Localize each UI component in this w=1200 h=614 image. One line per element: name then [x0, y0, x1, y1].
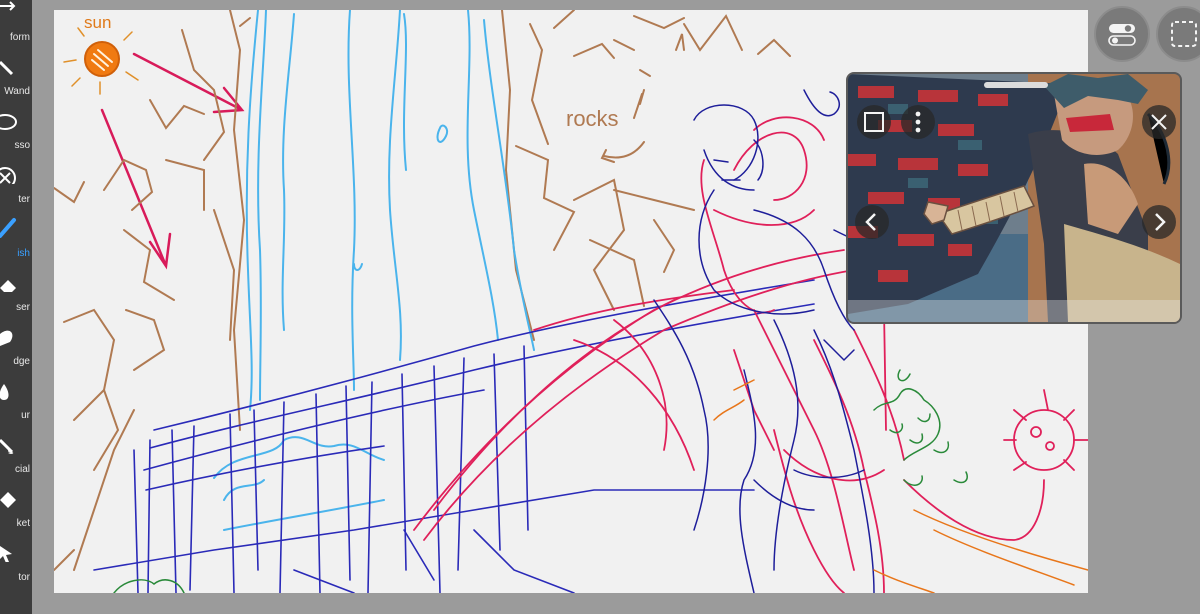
brush-icon	[0, 218, 16, 238]
tool-smudge[interactable]: dge	[0, 324, 32, 378]
blur-icon	[0, 384, 9, 400]
tool-sidebar: form Wand sso ter ish ser dge ur cial ke…	[0, 0, 32, 614]
tool-blur[interactable]: ur	[0, 378, 32, 432]
tool-filter[interactable]: ter	[0, 162, 32, 216]
tool-lasso[interactable]: sso	[0, 108, 32, 162]
tool-label: dge	[13, 356, 30, 367]
tool-label: ur	[21, 410, 30, 421]
rocks-annotation: rocks	[566, 106, 619, 131]
reference-panel[interactable]	[848, 74, 1180, 322]
selector-icon	[0, 546, 12, 562]
transform-icon	[0, 1, 16, 11]
dashed-selection-icon	[1171, 21, 1197, 47]
bucket-icon	[0, 492, 16, 508]
chevron-right-icon	[1155, 213, 1166, 231]
sun-drawing	[84, 41, 120, 77]
close-icon	[1151, 114, 1167, 130]
toggle-icon	[1108, 24, 1136, 46]
eraser-icon	[0, 280, 16, 292]
tool-label: sso	[14, 140, 30, 151]
reference-crop-button[interactable]	[857, 105, 891, 139]
tool-brush[interactable]: ish	[0, 216, 32, 270]
tool-label: cial	[14, 464, 30, 475]
reference-prev-button[interactable]	[855, 205, 889, 239]
tool-special[interactable]: cial	[0, 432, 32, 486]
sun-annotation: sun	[84, 13, 111, 32]
tool-label: Wand	[4, 86, 30, 97]
tool-magic-wand[interactable]: Wand	[0, 54, 32, 108]
tool-label: form	[10, 32, 30, 43]
tool-eraser[interactable]: ser	[0, 270, 32, 324]
tool-label: ket	[16, 518, 30, 529]
chevron-left-icon	[865, 213, 876, 231]
lasso-icon	[0, 114, 17, 130]
toggle-interface-button[interactable]	[1094, 6, 1150, 62]
reference-next-button[interactable]	[1142, 205, 1176, 239]
tool-label: ish	[17, 248, 30, 259]
reference-image	[848, 74, 1180, 322]
tool-label: ter	[18, 194, 30, 205]
selection-button[interactable]	[1156, 6, 1200, 62]
tool-transform[interactable]: form	[0, 0, 32, 54]
smudge-icon	[0, 330, 13, 346]
special-icon	[0, 438, 14, 454]
more-icon	[915, 111, 921, 133]
filter-icon	[0, 167, 16, 184]
magic-wand-icon	[0, 60, 14, 76]
drag-handle[interactable]	[984, 82, 1048, 88]
reference-close-button[interactable]	[1142, 105, 1176, 139]
square-icon	[864, 112, 884, 132]
tool-label: ser	[16, 302, 30, 313]
reference-more-button[interactable]	[901, 105, 935, 139]
tool-bucket[interactable]: ket	[0, 486, 32, 540]
tool-selector[interactable]: tor	[0, 540, 32, 594]
tool-label: tor	[18, 572, 30, 583]
